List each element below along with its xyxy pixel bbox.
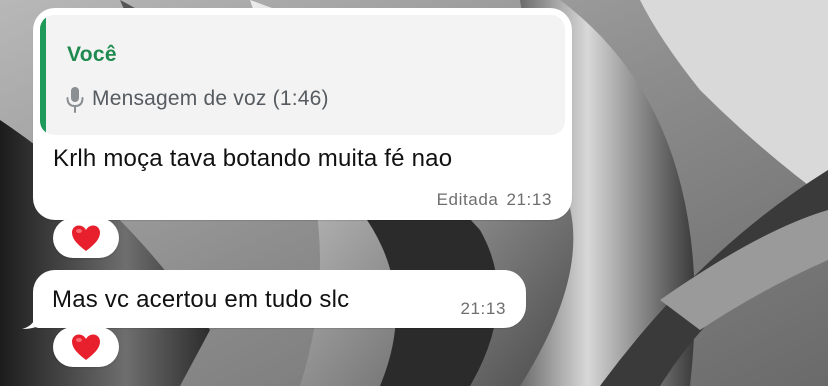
reply-quote-text: Mensagem de voz (1:46) xyxy=(92,87,329,110)
message-time: 21:13 xyxy=(460,299,506,318)
message-time: 21:13 xyxy=(506,190,552,209)
reply-quote-accent-bar xyxy=(40,15,46,135)
microphone-icon xyxy=(66,87,84,113)
heart-reaction-icon xyxy=(72,334,100,360)
reaction-badge[interactable] xyxy=(53,218,119,258)
heart-reaction-icon xyxy=(72,225,100,251)
edited-label: Editada xyxy=(436,190,499,209)
reply-quote[interactable]: Você Mensagem de voz (1:46) xyxy=(40,15,565,135)
message-meta: Editada 21:13 xyxy=(437,190,552,210)
message-text: Mas vc acertou em tudo slc xyxy=(52,286,350,313)
reaction-badge[interactable] xyxy=(53,327,119,367)
message-text: Krlh moça tava botando muita fé nao xyxy=(53,145,453,172)
reply-quote-author: Você xyxy=(67,43,117,66)
message-bubble-incoming[interactable]: Mas vc acertou em tudo slc 21:13 xyxy=(33,270,526,328)
message-bubble-incoming[interactable]: Você Mensagem de voz (1:46) Krlh moça ta… xyxy=(33,8,572,220)
